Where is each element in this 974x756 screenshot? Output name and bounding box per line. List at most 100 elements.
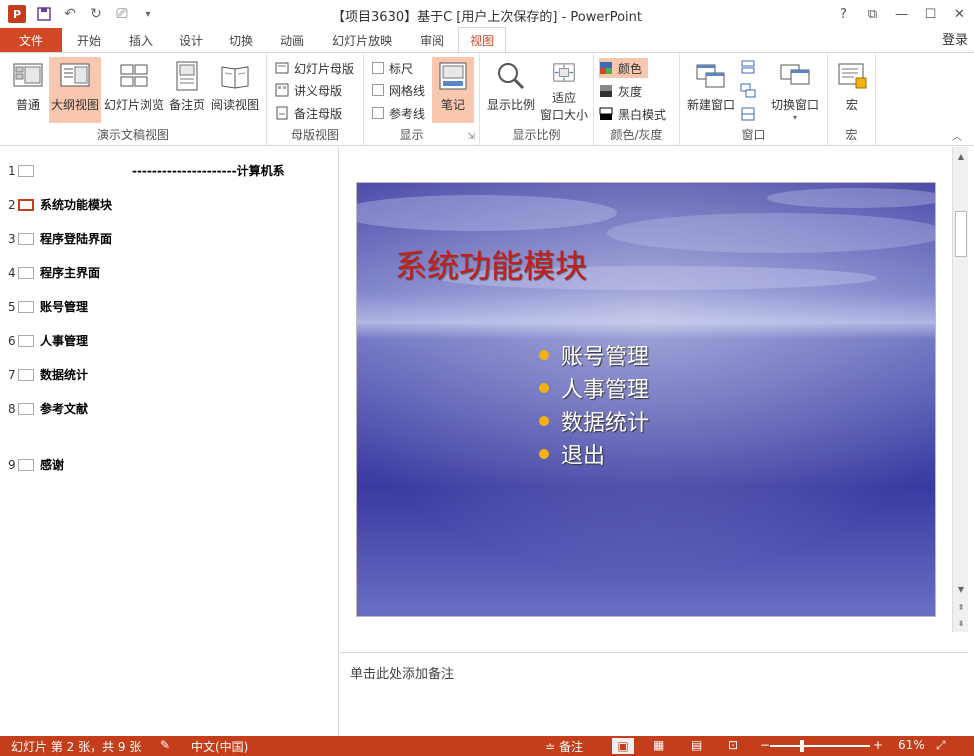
slide-icon	[18, 198, 34, 211]
group-label: 演示文稿视图	[96, 128, 169, 142]
new-window-button[interactable]: 新建窗口	[685, 57, 737, 123]
outline-row[interactable]: 1 ---------------------计算机系	[8, 162, 285, 179]
scroll-up-icon[interactable]: ▲	[955, 150, 967, 162]
notes-master-button[interactable]: 备注母版	[275, 103, 342, 123]
slide-icon	[18, 334, 34, 347]
outline-view-button[interactable]: 大纲视图	[49, 57, 101, 123]
outline-row[interactable]: 5 账号管理	[8, 298, 88, 315]
zoom-in-icon[interactable]: +	[873, 738, 883, 752]
minimize-button[interactable]: —	[887, 0, 916, 28]
next-slide-icon[interactable]: ⇟	[955, 617, 967, 629]
zoom-out-icon[interactable]: −	[760, 738, 770, 752]
bullet-dot	[539, 415, 549, 426]
bullet-item: 退出	[539, 437, 649, 470]
notes-icon	[439, 62, 467, 90]
language-indicator[interactable]: 中文(中国)	[191, 738, 248, 755]
arrange-all-icon[interactable]	[740, 59, 756, 75]
slide-title[interactable]: 系统功能模块	[395, 241, 587, 287]
outline-pane[interactable]: 1 ---------------------计算机系 2 系统功能模块 3 程…	[0, 147, 339, 736]
slide-canvas[interactable]: 系统功能模块 账号管理 人事管理 数据统计 退出	[356, 182, 936, 617]
switch-window-button[interactable]: 切换窗口 ▾	[768, 57, 822, 123]
login-link[interactable]: 登录	[942, 29, 968, 48]
outline-row[interactable]: 2 系统功能模块	[8, 196, 112, 213]
grayscale-option-button[interactable]: 灰度	[599, 81, 642, 101]
new-window-icon	[696, 64, 725, 88]
previous-slide-icon[interactable]: ⇞	[955, 601, 967, 613]
slideshow-icon[interactable]: ⊡	[728, 738, 738, 752]
fit-to-window-button[interactable]: 适应 窗口大小	[537, 57, 591, 123]
color-swatch-icon	[600, 62, 612, 74]
checkbox-box	[372, 62, 384, 74]
slide-counter: 幻灯片 第 2 张，共 9 张	[11, 740, 142, 754]
tab-slideshow[interactable]: 幻灯片放映	[318, 28, 406, 52]
normal-view-button[interactable]: 普通	[8, 57, 48, 123]
notes-toggle-button[interactable]: 笔记	[432, 57, 474, 123]
group-label: 显示	[399, 128, 424, 142]
notes-icon: ≐	[545, 739, 556, 754]
tab-review[interactable]: 审阅	[406, 28, 458, 52]
reading-view-icon[interactable]: ▤	[691, 738, 702, 752]
outline-row[interactable]: 9 感谢	[8, 456, 64, 473]
grayscale-swatch-icon	[600, 85, 612, 97]
zoom-slider-handle[interactable]	[800, 740, 804, 752]
outline-row[interactable]: 3 程序登陆界面	[8, 230, 112, 247]
reading-view-icon	[221, 66, 249, 89]
zoom-slider-track[interactable]	[770, 745, 870, 747]
group-master-views: 幻灯片母版 讲义母版 备注母版 母版视图	[267, 53, 364, 145]
slide-sorter-icon[interactable]: ▦	[653, 738, 664, 752]
move-split-icon[interactable]	[740, 106, 756, 122]
show-dialog-launcher-icon[interactable]: ⇲	[467, 132, 475, 142]
reading-view-button[interactable]: 阅读视图	[209, 57, 261, 123]
scroll-thumb[interactable]	[955, 211, 967, 257]
tab-view[interactable]: 视图	[458, 27, 507, 52]
slide-icon	[18, 402, 34, 415]
handout-master-button[interactable]: 讲义母版	[275, 80, 342, 100]
ruler-checkbox[interactable]: 标尺	[372, 58, 413, 78]
tab-home[interactable]: 开始	[62, 28, 116, 52]
notes-toggle[interactable]: ≐ 备注	[545, 738, 583, 755]
guides-checkbox[interactable]: 参考线	[372, 103, 425, 123]
gridlines-checkbox[interactable]: 网格线	[372, 80, 425, 100]
tab-design[interactable]: 设计	[166, 28, 216, 52]
zoom-level[interactable]: 61%	[898, 738, 925, 752]
vertical-scrollbar[interactable]: ▲ ▼ ⇞ ⇟	[952, 147, 968, 632]
collapse-ribbon-icon[interactable]: ︿	[952, 128, 962, 143]
group-label: 母版视图	[290, 128, 339, 142]
tab-transitions[interactable]: 切换	[216, 28, 266, 52]
slide-master-button[interactable]: 幻灯片母版	[275, 58, 354, 78]
tab-animations[interactable]: 动画	[266, 28, 318, 52]
magnifier-icon	[498, 63, 525, 90]
outline-row[interactable]: 7 数据统计	[8, 366, 88, 383]
slide-icon	[18, 164, 34, 177]
black-white-option-button[interactable]: 黑白模式	[599, 104, 666, 124]
slide-bullet-list[interactable]: 账号管理 人事管理 数据统计 退出	[539, 338, 649, 470]
slide-icon	[18, 232, 34, 245]
cascade-icon[interactable]	[740, 83, 756, 99]
close-button[interactable]: ✕	[945, 0, 974, 28]
slide-icon	[18, 266, 34, 279]
color-option-button[interactable]: 颜色	[599, 58, 649, 78]
bullet-dot	[539, 349, 549, 360]
spelling-check-icon[interactable]: ✎	[160, 738, 170, 752]
ribbon-display-options-button[interactable]: ⧉	[858, 0, 887, 28]
outline-row[interactable]: 4 程序主界面	[8, 264, 100, 281]
normal-view-icon[interactable]: ▣	[612, 738, 634, 754]
outline-row[interactable]: 6 人事管理	[8, 332, 88, 349]
tab-file[interactable]: 文件	[0, 28, 62, 52]
outline-text: 数据统计	[40, 368, 89, 382]
scroll-down-icon[interactable]: ▼	[955, 583, 967, 595]
checkbox-box	[372, 84, 384, 96]
group-zoom: 显示比例 适应 窗口大小 显示比例	[480, 53, 594, 145]
notes-page-button[interactable]: 备注页	[167, 57, 207, 123]
maximize-button[interactable]: ☐	[916, 0, 945, 28]
normal-view-icon	[13, 63, 43, 87]
fit-slide-icon[interactable]: ⤢	[936, 738, 946, 753]
tab-insert[interactable]: 插入	[116, 28, 166, 52]
group-presentation-views: 普通 大纲视图 幻灯片浏览 备注页 阅读视图 演示文稿视图	[0, 53, 267, 145]
help-button[interactable]: ?	[829, 0, 858, 28]
slide-sorter-button[interactable]: 幻灯片浏览	[103, 57, 165, 123]
macros-button[interactable]: 宏	[834, 57, 870, 123]
outline-row[interactable]: 8 参考文献	[8, 400, 88, 417]
notes-pane[interactable]: 单击此处添加备注	[340, 652, 968, 736]
zoom-button[interactable]: 显示比例	[485, 57, 537, 123]
